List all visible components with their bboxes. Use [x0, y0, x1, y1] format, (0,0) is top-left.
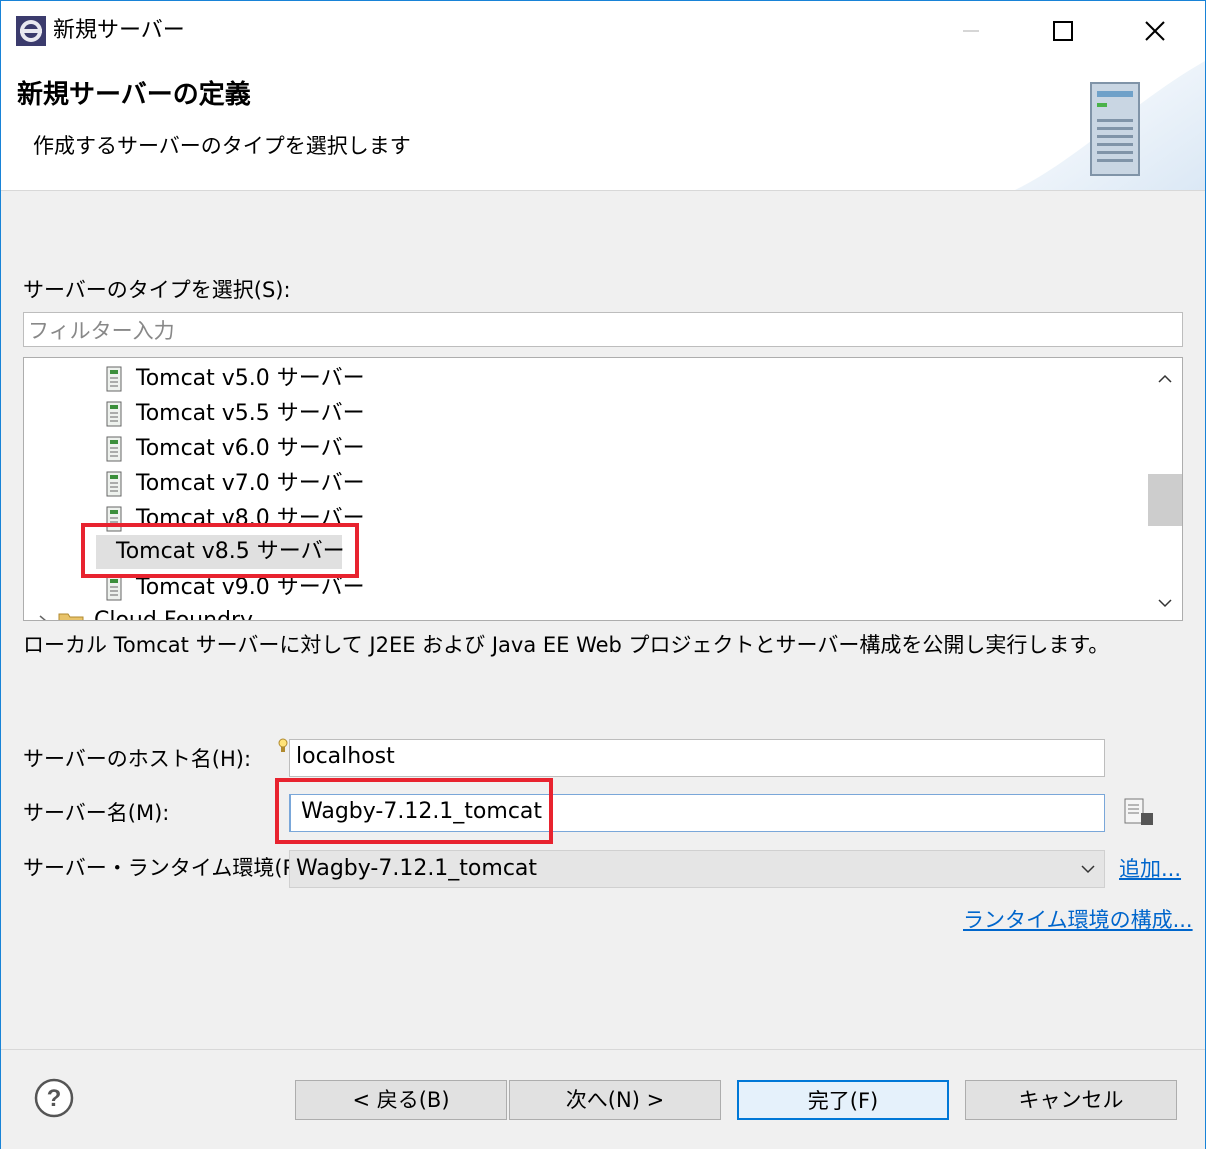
tree-item-label: Cloud Foundry [94, 608, 254, 621]
new-server-dialog: 新規サーバー 新規サーバーの定義 作成するサーバーのタイプを選択します サーバー… [0, 0, 1206, 1149]
server-type-label: サーバーのタイプを選択(S): [23, 278, 291, 302]
page-title: 新規サーバーの定義 [17, 80, 251, 110]
close-button[interactable] [1127, 11, 1183, 51]
server-name-label: サーバー名(M): [23, 801, 170, 825]
svg-text:?: ? [47, 1085, 62, 1112]
back-button[interactable]: < 戻る(B) [295, 1080, 507, 1120]
eclipse-app-icon [16, 16, 46, 46]
runtime-select[interactable]: Wagby-7.12.1_tomcat [289, 850, 1105, 888]
help-icon[interactable]: ? [33, 1077, 75, 1119]
cancel-button[interactable]: キャンセル [965, 1080, 1177, 1120]
tree-item-tomcat-v7-0[interactable]: Tomcat v7.0 サーバー [104, 467, 365, 501]
server-icon [1090, 82, 1140, 176]
finish-button[interactable]: 完了(F) [737, 1080, 949, 1120]
scroll-down-button[interactable] [1148, 586, 1182, 620]
maximize-icon [1053, 21, 1073, 41]
runtime-label: サーバー・ランタイム環境(R): [23, 856, 313, 880]
tree-scrollbar[interactable] [1148, 358, 1182, 620]
tree-item-tomcat-v5-0[interactable]: Tomcat v5.0 サーバー [104, 362, 365, 396]
highlight-box-selection [81, 523, 359, 578]
minimize-button[interactable] [943, 11, 999, 51]
configure-runtime-link[interactable]: ランタイム環境の構成... [963, 906, 1193, 934]
tree-item-tomcat-v5-5[interactable]: Tomcat v5.5 サーバー [104, 397, 365, 431]
host-name-input[interactable]: localhost [289, 739, 1105, 777]
tree-item-label: Tomcat v7.0 サーバー [136, 471, 365, 496]
server-icon [106, 366, 122, 392]
title-bar: 新規サーバー [1, 1, 1205, 61]
window-title: 新規サーバー [53, 18, 185, 43]
server-type-tree[interactable]: Tomcat v5.0 サーバー Tomcat v5.5 サーバー Tomcat… [23, 357, 1183, 621]
filter-input[interactable]: フィルター入力 [23, 312, 1183, 347]
tree-item-label: Tomcat v6.0 サーバー [136, 436, 365, 461]
info-lightbulb-icon [278, 738, 288, 752]
runtime-select-value: Wagby-7.12.1_tomcat [296, 856, 538, 881]
tree-item-label: Tomcat v5.0 サーバー [136, 366, 365, 391]
tree-item-tomcat-v6-0[interactable]: Tomcat v6.0 サーバー [104, 432, 365, 466]
page-description: 作成するサーバーのタイプを選択します [33, 134, 411, 158]
scroll-thumb[interactable] [1148, 474, 1182, 526]
server-config-icon[interactable] [1123, 797, 1157, 827]
tree-item-label: Tomcat v5.5 サーバー [136, 401, 365, 426]
close-icon [1145, 21, 1165, 41]
scroll-up-button[interactable] [1148, 362, 1182, 396]
minimize-icon [963, 30, 979, 32]
server-icon [106, 471, 122, 497]
server-icon [106, 401, 122, 427]
chevron-down-icon [1158, 599, 1172, 608]
wizard-header: 新規サーバーの定義 作成するサーバーのタイプを選択します [1, 61, 1205, 191]
server-icon [106, 436, 122, 462]
next-button[interactable]: 次へ(N) > [509, 1080, 721, 1120]
chevron-up-icon [1158, 374, 1172, 383]
host-name-label: サーバーのホスト名(H): [23, 747, 252, 771]
folder-icon [58, 613, 84, 620]
highlight-box-server-name [275, 778, 553, 844]
chevron-right-icon[interactable] [36, 614, 50, 621]
tree-item-cloud-foundry[interactable]: Cloud Foundry [36, 604, 254, 621]
add-runtime-link[interactable]: 追加... [1119, 855, 1181, 883]
maximize-button[interactable] [1035, 11, 1091, 51]
server-type-description: ローカル Tomcat サーバーに対して J2EE および Java EE We… [23, 633, 1110, 657]
chevron-down-icon [1081, 865, 1095, 874]
server-icon [106, 575, 122, 601]
